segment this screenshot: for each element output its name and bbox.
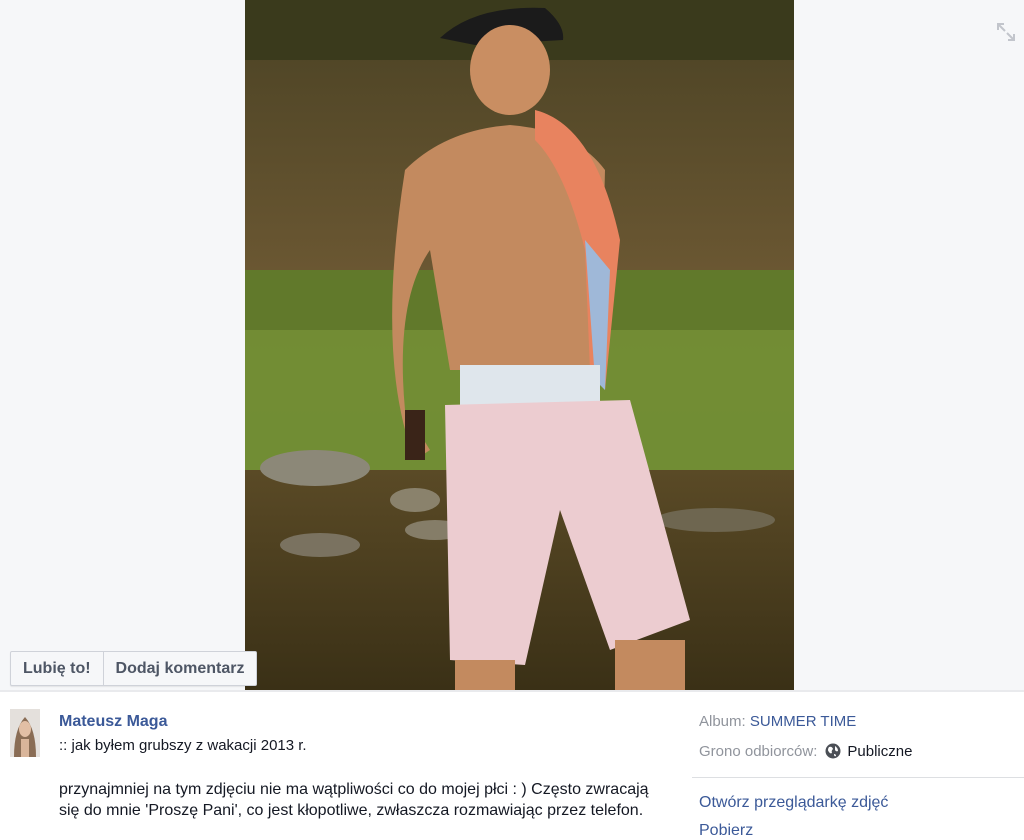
photo-action-bar: Lubię to! Dodaj komentarz: [10, 651, 258, 686]
photo-image: [245, 0, 794, 690]
caption-title: :: jak byłem grubszy z wakacji 2013 r.: [59, 737, 307, 754]
photo[interactable]: [245, 0, 794, 690]
download-link[interactable]: Pobierz: [699, 822, 753, 840]
album-label: Album:: [699, 713, 746, 730]
open-photo-viewer-link[interactable]: Otwórz przeglądarkę zdjęć: [699, 794, 888, 812]
album-row: Album: SUMMER TIME: [699, 713, 856, 730]
expand-button[interactable]: [994, 20, 1018, 44]
album-link[interactable]: SUMMER TIME: [750, 713, 856, 730]
author-name[interactable]: Mateusz Maga: [59, 713, 167, 731]
audience-value[interactable]: Publiczne: [847, 743, 912, 760]
like-button[interactable]: Lubię to!: [11, 652, 103, 685]
avatar-image: [10, 709, 40, 757]
avatar[interactable]: [10, 709, 40, 757]
divider: [0, 690, 1024, 692]
photo-stage: Lubię to! Dodaj komentarz: [0, 0, 1024, 690]
audience-row: Grono odbiorców: Publiczne: [699, 743, 912, 763]
add-comment-button[interactable]: Dodaj komentarz: [102, 652, 257, 685]
caption-text: przynajmniej na tym zdjęciu nie ma wątpl…: [59, 781, 649, 819]
globe-icon[interactable]: [825, 743, 841, 763]
expand-icon: [997, 23, 1015, 41]
divider: [692, 777, 1024, 778]
audience-label: Grono odbiorców:: [699, 743, 818, 760]
